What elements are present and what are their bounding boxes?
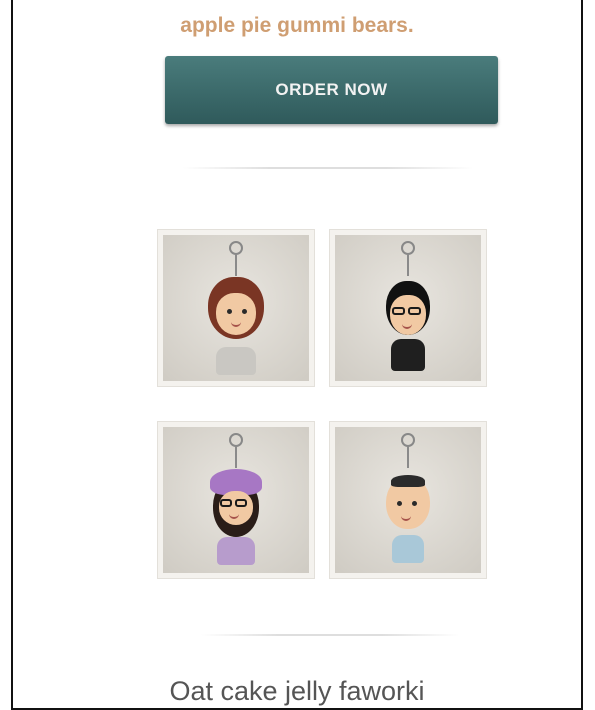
keychain-woman-purple-hat-icon (163, 427, 309, 573)
order-now-button[interactable]: ORDER NOW (165, 56, 498, 124)
page-frame: apple pie gummi bears. ORDER NOW Oat cak… (11, 0, 583, 710)
gallery-item-4[interactable] (329, 421, 487, 579)
divider-bottom (201, 634, 459, 636)
keychain-woman-brown-hair-icon (163, 235, 309, 381)
promo-tagline: apple pie gummi bears. (180, 14, 414, 37)
gallery-item-3[interactable] (157, 421, 315, 579)
keychain-man-glasses-icon (335, 235, 481, 381)
divider-top (183, 167, 473, 169)
section-headline: Oat cake jelly faworki (169, 676, 425, 706)
gallery-item-2[interactable] (329, 229, 487, 387)
gallery-item-1[interactable] (157, 229, 315, 387)
keychain-baby-icon (335, 427, 481, 573)
